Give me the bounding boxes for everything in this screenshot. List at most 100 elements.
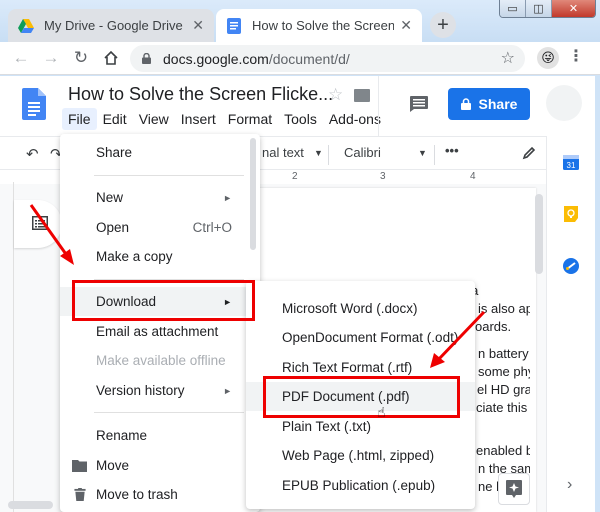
toolbar-divider xyxy=(434,145,435,165)
google-docs-logo[interactable] xyxy=(22,88,46,120)
document-outline-icon[interactable] xyxy=(32,216,48,230)
url-host: docs.google.com xyxy=(163,50,269,67)
tab-my-drive[interactable]: My Drive - Google Drive ✕ xyxy=(8,9,214,42)
menu-item-label: New xyxy=(96,190,124,205)
paragraph-style-dropdown[interactable]: nal text xyxy=(262,145,304,160)
trash-icon xyxy=(74,488,86,501)
file-menu-new[interactable]: New ► xyxy=(60,183,260,212)
ruler-tick-label: 2 xyxy=(292,171,298,182)
download-html-zipped[interactable]: Web Page (.html, zipped) xyxy=(246,441,475,470)
folder-icon[interactable] xyxy=(354,89,370,102)
file-menu-share[interactable]: Share xyxy=(60,138,260,167)
chevron-right-icon[interactable]: › xyxy=(567,476,572,494)
profile-avatar[interactable]: 😜 xyxy=(537,47,559,69)
new-tab-button[interactable]: + xyxy=(430,12,456,38)
file-menu-rename[interactable]: Rename xyxy=(60,421,260,450)
ruler-tick-label: 4 xyxy=(470,171,476,182)
file-menu-make-copy[interactable]: Make a copy xyxy=(60,242,260,271)
forward-button[interactable]: → xyxy=(40,47,62,69)
menu-item-label: Share xyxy=(96,145,133,160)
file-menu-move-to-trash[interactable]: Move to trash xyxy=(60,480,260,509)
document-title[interactable]: How to Solve the Screen Flicke... xyxy=(68,84,333,105)
file-menu-open[interactable]: Open Ctrl+O xyxy=(60,213,260,242)
undo-icon[interactable]: ↶ xyxy=(26,145,39,163)
address-bar[interactable]: docs.google.com/document/d/ ☆ xyxy=(130,45,525,72)
google-calendar-icon[interactable]: 31 xyxy=(563,154,579,170)
header-divider xyxy=(378,76,379,136)
star-icon[interactable]: ☆ xyxy=(328,85,343,105)
reload-icon: ↻ xyxy=(73,48,89,67)
forward-arrow-icon: → xyxy=(42,48,60,67)
back-button[interactable]: ← xyxy=(10,47,32,69)
submenu-arrow-icon: ► xyxy=(223,192,232,203)
chevron-down-icon: ▼ xyxy=(418,148,427,158)
ruler-tick-label: 3 xyxy=(380,171,386,182)
share-button[interactable]: Share xyxy=(448,88,530,120)
window-controls: ▭ ◫ ✕ xyxy=(499,0,596,18)
menu-item-label: Email as attachment xyxy=(96,324,219,339)
menu-item-label: Web Page (.html, zipped) xyxy=(282,448,435,463)
menu-item-label: Plain Text (.txt) xyxy=(282,419,372,434)
menu-item-label: Rich Text Format (.rtf) xyxy=(282,360,413,375)
menu-item-label: EPUB Publication (.epub) xyxy=(282,478,436,493)
comment-history-icon[interactable] xyxy=(410,96,428,112)
home-button[interactable] xyxy=(100,47,122,69)
bookmark-star-icon[interactable]: ☆ xyxy=(501,48,515,68)
menu-divider xyxy=(94,175,244,176)
close-tab-icon[interactable]: ✕ xyxy=(192,17,204,34)
maximize-button[interactable]: ◫ xyxy=(526,0,552,17)
lock-icon xyxy=(460,98,471,110)
browser-menu-icon[interactable]: ⋮ xyxy=(568,46,584,66)
menu-tools[interactable]: Tools xyxy=(278,108,323,130)
menu-item-label: Move to trash xyxy=(96,487,178,502)
tab-label: My Drive - Google Drive xyxy=(44,18,183,33)
font-dropdown[interactable]: Calibri xyxy=(344,145,381,160)
close-tab-icon[interactable]: ✕ xyxy=(400,17,412,34)
minimize-button[interactable]: ▭ xyxy=(500,0,526,17)
menu-item-label: Rename xyxy=(96,428,148,443)
menu-item-label: Version history xyxy=(96,383,185,398)
file-menu-move[interactable]: Move xyxy=(60,451,260,480)
tab-google-doc[interactable]: How to Solve the Screen Flicke ✕ xyxy=(216,9,422,42)
menu-item-label: Make available offline xyxy=(96,353,226,368)
file-menu-email-attachment[interactable]: Email as attachment xyxy=(60,317,260,346)
file-menu-make-offline: Make available offline xyxy=(60,346,260,375)
explore-icon xyxy=(506,480,522,498)
menu-item-label: Move xyxy=(96,458,130,473)
menu-edit[interactable]: Edit xyxy=(97,108,133,130)
submenu-arrow-icon: ► xyxy=(223,385,232,396)
google-keep-icon[interactable] xyxy=(563,206,579,222)
chevron-down-icon: ▼ xyxy=(314,148,323,158)
explore-button[interactable] xyxy=(498,473,530,505)
file-menu-scrollbar[interactable] xyxy=(250,138,256,250)
menu-item-label: Make a copy xyxy=(96,249,173,264)
shortcut-label: Ctrl+O xyxy=(192,220,232,235)
menu-item-label: OpenDocument Format (.odt) xyxy=(282,330,459,345)
editing-mode-pencil-icon[interactable] xyxy=(522,146,536,160)
reload-button[interactable]: ↻ xyxy=(70,47,92,69)
window-close-button[interactable]: ✕ xyxy=(552,0,595,17)
lock-icon xyxy=(142,53,151,64)
tab-label: How to Solve the Screen Flicke xyxy=(252,18,395,33)
account-avatar[interactable] xyxy=(546,85,582,121)
file-menu-version-history[interactable]: Version history ► xyxy=(60,376,260,405)
window-titlebar: ▭ ◫ ✕ My Drive - Google Drive ✕ How to S… xyxy=(0,0,600,42)
horizontal-scrollbar[interactable] xyxy=(8,501,53,509)
doc-text-line: is also app xyxy=(478,301,530,316)
doc-text-line: el HD grap xyxy=(477,382,530,397)
download-docx[interactable]: Microsoft Word (.docx) xyxy=(246,294,475,323)
menu-view[interactable]: View xyxy=(133,108,175,130)
toolbar-divider xyxy=(328,145,329,165)
document-scrollbar[interactable] xyxy=(535,194,543,274)
more-options-icon[interactable]: ••• xyxy=(445,143,459,158)
menu-insert[interactable]: Insert xyxy=(175,108,222,130)
menu-format[interactable]: Format xyxy=(222,108,278,130)
download-epub[interactable]: EPUB Publication (.epub) xyxy=(246,471,475,500)
url-path: /document/d/ xyxy=(268,50,350,67)
back-arrow-icon: ← xyxy=(12,48,30,67)
menu-file[interactable]: File xyxy=(62,108,97,130)
download-odt[interactable]: OpenDocument Format (.odt) xyxy=(246,323,475,352)
menu-item-label: Microsoft Word (.docx) xyxy=(282,301,418,316)
google-tasks-icon[interactable] xyxy=(563,258,579,274)
home-icon xyxy=(104,50,118,65)
